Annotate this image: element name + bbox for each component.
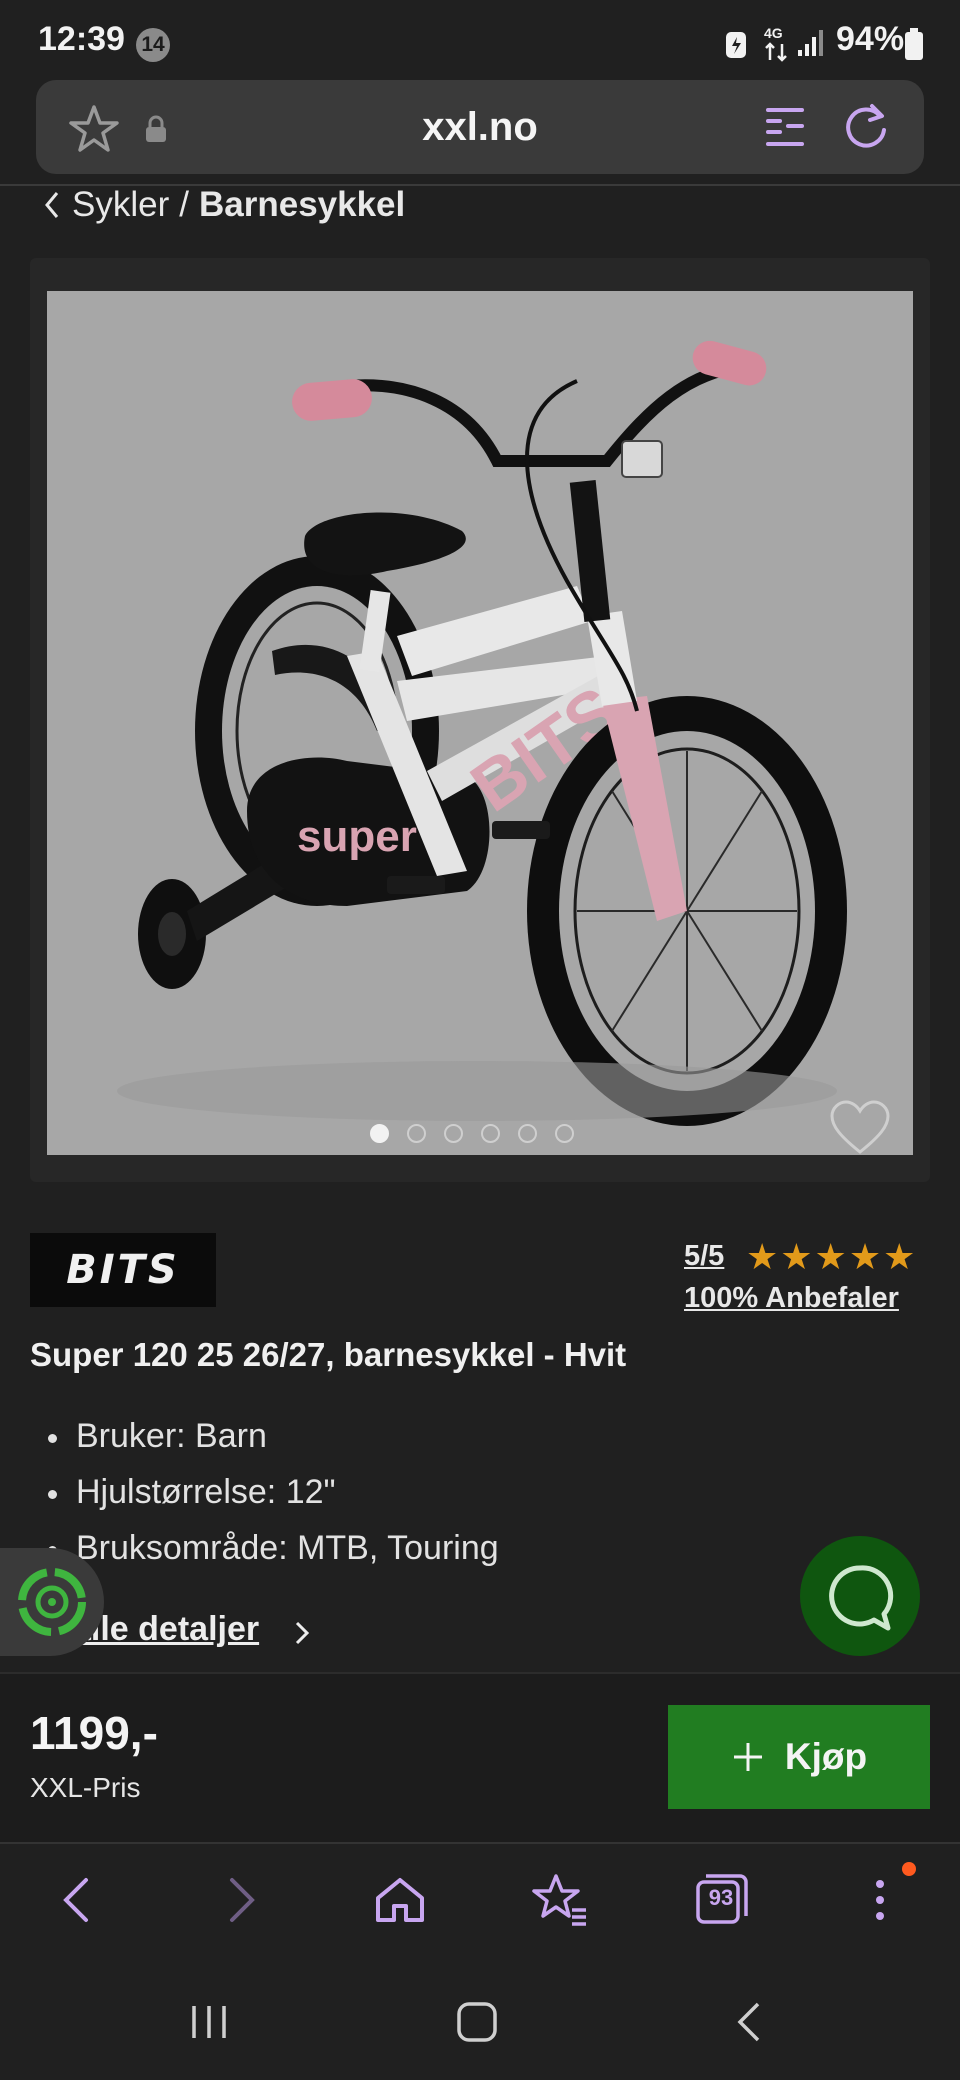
carousel-dot[interactable] <box>407 1124 426 1143</box>
menu-icon[interactable] <box>850 1870 910 1930</box>
svg-text:super: super <box>297 812 417 861</box>
home-icon[interactable] <box>370 1870 430 1930</box>
plus-icon <box>733 1743 762 1771</box>
lock-icon <box>146 115 166 142</box>
status-time: 12:39 <box>38 20 125 58</box>
breadcrumb-parent[interactable]: Sykler <box>72 185 169 225</box>
heart-icon[interactable] <box>828 1098 892 1158</box>
spec-item: Bruker: Barn <box>48 1408 499 1464</box>
reader-mode-icon[interactable] <box>764 104 806 150</box>
notification-count-badge: 14 <box>136 28 170 62</box>
browser-toolbar <box>0 1842 960 1964</box>
spec-item: Bruksområde: MTB, Touring <box>48 1520 499 1576</box>
chevron-right-icon[interactable] <box>292 1618 312 1648</box>
spec-list: Bruker: Barn Hjulstørrelse: 12" Bruksomr… <box>48 1408 499 1576</box>
reload-icon[interactable] <box>842 100 890 152</box>
bicycle-illustration: super BITS <box>117 340 847 1126</box>
carousel-dot[interactable] <box>370 1124 389 1143</box>
carousel-dots[interactable] <box>370 1124 574 1143</box>
buy-button[interactable]: Kjøp <box>668 1705 930 1809</box>
tabs-count[interactable]: 93 <box>700 1879 742 1917</box>
forward-icon[interactable] <box>210 1870 270 1930</box>
brand-logo[interactable]: BITS <box>30 1233 216 1307</box>
svg-text:BITS: BITS <box>66 1247 179 1293</box>
spec-item: Hjulstørrelse: 12" <box>48 1464 499 1520</box>
recent-apps-icon[interactable] <box>186 2000 232 2044</box>
menu-notification-dot <box>902 1862 916 1876</box>
signal-icon <box>798 30 823 56</box>
price-label: XXL-Pris <box>30 1772 141 1803</box>
system-back-icon[interactable] <box>730 2000 770 2044</box>
star-icon[interactable] <box>68 104 120 154</box>
carousel-dot[interactable] <box>481 1124 500 1143</box>
chat-icon <box>829 1565 894 1631</box>
carousel-dot[interactable] <box>555 1124 574 1143</box>
carousel-dot[interactable] <box>518 1124 537 1143</box>
carousel-dot[interactable] <box>444 1124 463 1143</box>
recycle-gear-icon <box>18 1568 86 1636</box>
bookmarks-icon[interactable] <box>530 1870 590 1930</box>
back-icon[interactable] <box>48 1870 108 1930</box>
chevron-left-icon[interactable] <box>42 190 62 220</box>
network-type: 4G <box>764 25 783 41</box>
bits-logo: BITS <box>66 1247 179 1293</box>
home-button-icon[interactable] <box>454 2000 500 2044</box>
recommend-link[interactable]: 100% Anbefaler <box>684 1282 899 1315</box>
breadcrumb[interactable]: Sykler / Barnesykkel <box>42 180 405 230</box>
rating-score[interactable]: 5/5 <box>684 1240 724 1273</box>
breadcrumb-current: Barnesykkel <box>198 185 406 224</box>
product-image[interactable]: super BITS <box>47 291 913 1155</box>
battery-icon <box>905 28 923 60</box>
data-arrows-icon <box>765 42 787 62</box>
chat-button[interactable] <box>800 1536 920 1656</box>
battery-saver-icon <box>726 32 746 58</box>
accessibility-assist-button[interactable] <box>0 1548 104 1656</box>
product-title: Super 120 25 26/27, barnesykkel - Hvit <box>30 1336 627 1373</box>
rating-stars: ★★★★★ <box>746 1236 918 1277</box>
buy-button-label: Kjøp <box>784 1736 868 1777</box>
breadcrumb-separator: / <box>179 185 189 224</box>
battery-percentage: 94% <box>836 20 905 58</box>
price: 1199,- <box>30 1707 158 1759</box>
